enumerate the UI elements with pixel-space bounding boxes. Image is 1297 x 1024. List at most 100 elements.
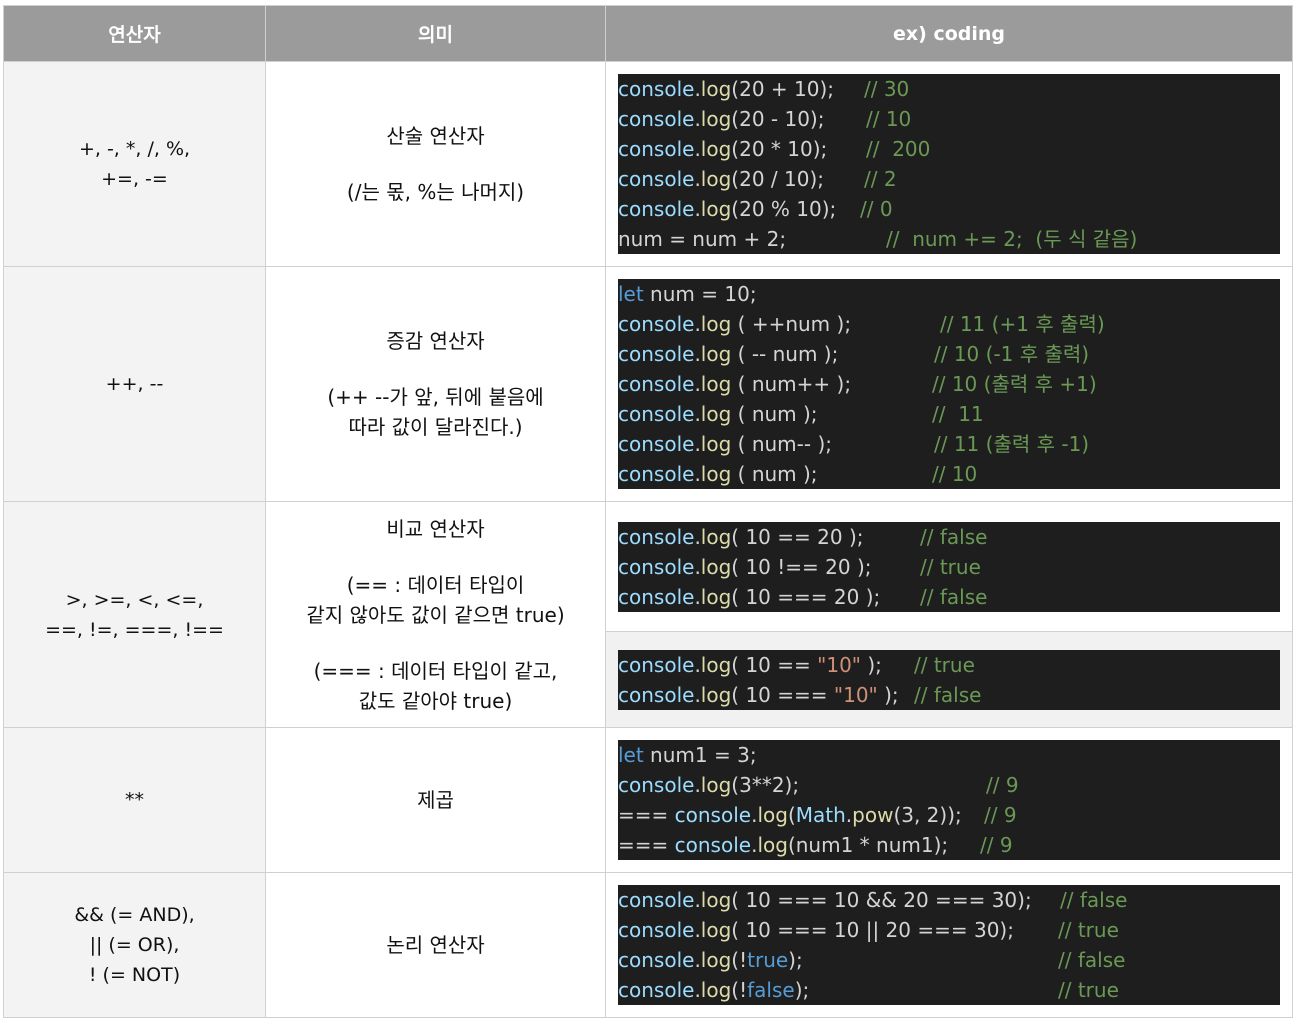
code-comment: // false [914, 682, 982, 707]
code-text: let num = 10; [618, 282, 757, 306]
code-line: === console.log(Math.pow(3, 2)); // 9 [618, 800, 1280, 830]
code-comment: // true [914, 652, 975, 677]
code-text: === console.log(num1 * num1); [618, 833, 949, 857]
code-text: console.log(20 - 10); [618, 107, 825, 131]
code-cell: let num = 10; console.log ( ++num ); // 11… [605, 266, 1293, 502]
meaning-cell: 비교 연산자 (== : 데이터 타입이 같지 않아도 값이 같으면 true)… [265, 501, 606, 728]
meaning-line: 값도 같아야 true) [358, 688, 513, 713]
code-comment: // 9 [980, 833, 1013, 857]
code-text: console.log(3**2); [618, 773, 800, 797]
code-cell: console.log( 10 == 20 );// false console.… [605, 501, 1293, 632]
code-text: console.log(!false); [618, 978, 810, 1002]
code-text: console.log( 10 === 10 && 20 === 30); [618, 888, 1032, 912]
code-comment: // true [1058, 978, 1119, 1002]
meaning-line: 비교 연산자 [386, 516, 485, 541]
code-text: console.log ( num ); [618, 402, 818, 426]
code-line: console.log( 10 === 10 && 20 === 30); // … [618, 885, 1280, 915]
code-line: console.log(!true); // false [618, 945, 1280, 975]
code-text: console.log( 10 == "10" ); [618, 652, 882, 677]
code-comment: // false [920, 524, 988, 549]
table-row-exponent: ** 제곱 let num1 = 3; console.log(3**2); // … [3, 727, 1293, 873]
code-line: === console.log(num1 * num1); // 9 [618, 830, 1280, 860]
code-comment: // false [1058, 948, 1126, 972]
code-comment: // 10 [932, 462, 978, 486]
code-comment: // 200 [866, 137, 931, 161]
header-example: ex) coding [605, 5, 1293, 62]
code-comment: // false [1060, 888, 1128, 912]
code-line: console.log( 10 == "10" ); // true [618, 650, 1280, 680]
code-line: let num = 10; [618, 279, 1280, 309]
meaning-cell: 제곱 [265, 727, 606, 873]
code-line: console.log( 10 === 10 || 20 === 30); // … [618, 915, 1280, 945]
code-text: console.log( 10 === "10" ); [618, 682, 899, 707]
meaning-line: (++ --가 앞, 뒤에 붙음에 [327, 385, 544, 409]
code-text: num = num + 2; [618, 227, 787, 251]
code-line: console.log(20 - 10); // 10 [618, 104, 1280, 134]
code-text: console.log( 10 === 20 ); [618, 584, 881, 609]
header-meaning: 의미 [265, 5, 606, 62]
operators-table: 연산자 의미 ex) coding +, -, *, /, %, +=, -= … [3, 5, 1293, 1018]
table-row-arithmetic: +, -, *, /, %, +=, -= 산술 연산자 (/는 몫, %는 나… [3, 61, 1293, 267]
code-comment: // 2 [864, 167, 897, 191]
code-text: console.log ( ++num ); [618, 312, 852, 336]
code-comment: // 10 (-1 후 출력) [934, 342, 1090, 366]
code-comment: // true [1058, 918, 1119, 942]
code-line: console.log( 10 == 20 ); // false [618, 522, 1280, 552]
code-line: console.log ( ++num ); // 11 (+1 후 출력) [618, 309, 1280, 339]
code-line: console.log(3**2); // 9 [618, 770, 1280, 800]
code-line: let num1 = 3; [618, 740, 1280, 770]
meaning-cell: 논리 연산자 [265, 872, 606, 1018]
code-text: console.log(20 % 10); [618, 197, 837, 221]
code-line: console.log ( num ); // 10 [618, 459, 1280, 489]
meaning-line: (=== : 데이터 타입이 같고, [313, 658, 558, 683]
header-operator: 연산자 [3, 5, 266, 62]
code-comment: // false [920, 584, 988, 609]
code-text: console.log ( num ); [618, 462, 818, 486]
code-line: console.log ( -- num ); // 10 (-1 후 출력) [618, 339, 1280, 369]
code-text: === console.log(Math.pow(3, 2)); [618, 803, 962, 827]
code-line: console.log(20 * 10); // 200 [618, 134, 1280, 164]
code-text: console.log( 10 === 10 || 20 === 30); [618, 918, 1014, 942]
code-comment: // 10 (출력 후 +1) [932, 372, 1097, 396]
table-row-increment: ++, -- 증감 연산자 (++ --가 앞, 뒤에 붙음에 따라 값이 달라… [3, 266, 1293, 502]
code-text: console.log( 10 !== 20 ); [618, 554, 872, 579]
code-comment: // 9 [986, 773, 1019, 797]
code-block: console.log( 10 == "10" );// true console… [618, 649, 1280, 710]
table-row-logical: && (= AND), || (= OR), ! (= NOT) 논리 연산자 … [3, 872, 1293, 1018]
meaning-line: 논리 연산자 [386, 933, 485, 957]
code-line: console.log ( num++ ); // 10 (출력 후 +1) [618, 369, 1280, 399]
code-line: console.log( 10 === "10" ); // false [618, 680, 1280, 710]
code-text: console.log(!true); [618, 948, 803, 972]
code-cell: let num1 = 3; console.log(3**2);// 9 === c… [605, 727, 1293, 873]
code-comment: // 10 [866, 107, 912, 131]
meaning-line: 증감 연산자 [386, 329, 485, 353]
operator-cell: && (= AND), || (= OR), ! (= NOT) [3, 872, 266, 1018]
meaning-cell: 증감 연산자 (++ --가 앞, 뒤에 붙음에 따라 값이 달라진다.) [265, 266, 606, 502]
code-cell: console.log( 10 === 10 && 20 === 30); // … [605, 872, 1293, 1018]
code-text: console.log ( -- num ); [618, 342, 839, 366]
operator-cell: +, -, *, /, %, +=, -= [3, 61, 266, 267]
code-cell: console.log(20 + 10);// 30 console.log(20… [605, 61, 1293, 267]
code-text: let num1 = 3; [618, 743, 757, 767]
code-comment: // true [920, 554, 981, 579]
code-line: console.log(20 % 10); // 0 [618, 194, 1280, 224]
code-line: console.log ( num-- ); // 11 (출력 후 -1) [618, 429, 1280, 459]
header-row: 연산자 의미 ex) coding [3, 5, 1293, 62]
code-line: console.log(!false); // true [618, 975, 1280, 1005]
code-line: num = num + 2; // num += 2; (두 식 같음) [618, 224, 1280, 254]
code-cell: console.log( 10 == "10" );// true console… [605, 631, 1293, 728]
code-text: console.log(20 + 10); [618, 77, 835, 101]
code-line: console.log( 10 !== 20 ); // true [618, 552, 1280, 582]
code-text: console.log ( num++ ); [618, 372, 852, 396]
code-text: console.log ( num-- ); [618, 432, 832, 456]
code-block: console.log( 10 == 20 );// false console.… [618, 521, 1280, 612]
operator-cell: ** [3, 727, 266, 873]
code-block: console.log( 10 === 10 && 20 === 30); // … [618, 885, 1280, 1005]
code-comment: // 11 [932, 402, 984, 426]
code-comment: // 11 (+1 후 출력) [940, 312, 1105, 336]
code-line: console.log(20 + 10); // 30 [618, 74, 1280, 104]
code-block: let num1 = 3; console.log(3**2);// 9 === c… [618, 740, 1280, 860]
code-text: console.log(20 / 10); [618, 167, 824, 191]
operator-cell: ++, -- [3, 266, 266, 502]
code-comment: // num += 2; (두 식 같음) [886, 227, 1138, 251]
